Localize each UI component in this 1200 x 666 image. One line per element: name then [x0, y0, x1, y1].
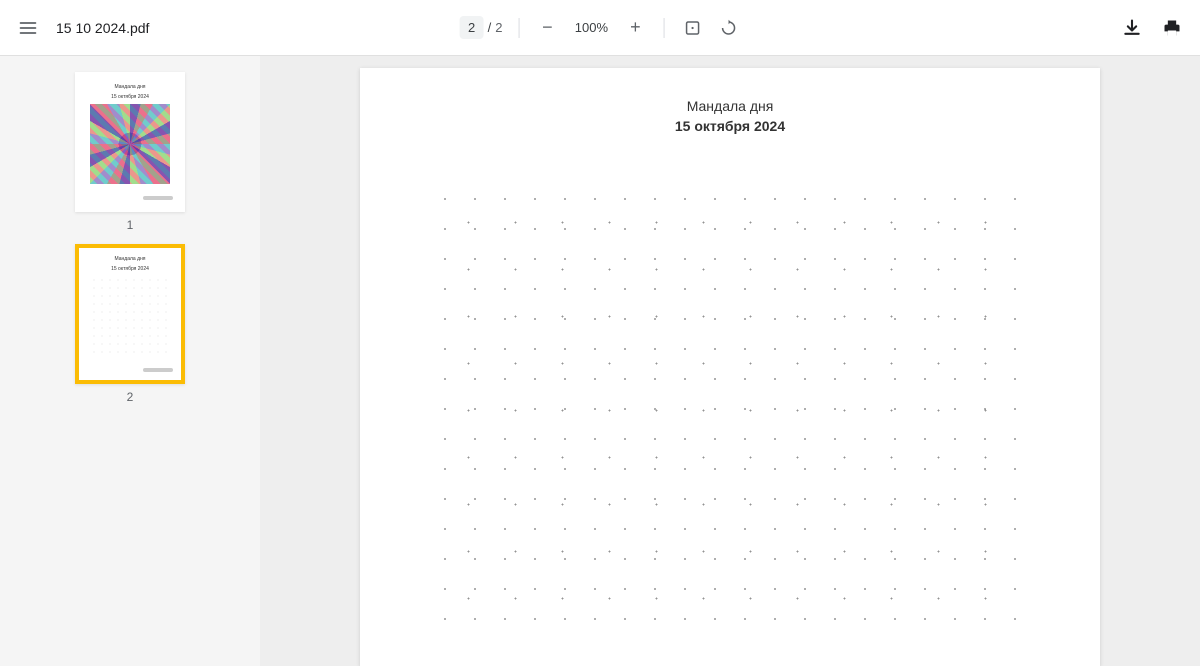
- thumb-footer: [143, 196, 173, 200]
- thumbnail-sidebar: Мандала дня 15 октября 2024 1 Мандала дн…: [0, 56, 260, 666]
- thumbnail-container-2: Мандала дня 15 октября 2024 2: [75, 244, 185, 404]
- toolbar-right: [1120, 16, 1184, 40]
- divider: [663, 18, 664, 38]
- thumbnail-container-1: Мандала дня 15 октября 2024 1: [75, 72, 185, 232]
- page-separator: /: [488, 20, 492, 35]
- divider: [518, 18, 519, 38]
- mandala-preview-icon: [90, 104, 170, 184]
- page-current-input[interactable]: 2: [460, 16, 484, 39]
- content: Мандала дня 15 октября 2024 1 Мандала дн…: [0, 56, 1200, 666]
- thumbnail-page-1[interactable]: Мандала дня 15 октября 2024: [75, 72, 185, 212]
- dots-preview-icon: [90, 276, 170, 356]
- thumb-footer: [143, 368, 173, 372]
- toolbar: 15 10 2024.pdf 2 / 2 − 100% +: [0, 0, 1200, 56]
- main-document-view[interactable]: Мандала дня 15 октября 2024: [260, 56, 1200, 666]
- page-indicator: 2 / 2: [460, 16, 503, 39]
- zoom-value[interactable]: 100%: [571, 20, 611, 35]
- thumbnail-label-1: 1: [127, 218, 134, 232]
- document-page: Мандала дня 15 октября 2024: [360, 68, 1100, 666]
- zoom-controls: − 100% +: [535, 16, 647, 40]
- print-icon[interactable]: [1160, 16, 1184, 40]
- zoom-out-button[interactable]: −: [535, 16, 559, 40]
- page-date: 15 октября 2024: [675, 118, 785, 134]
- thumb-title: Мандала дня: [115, 256, 146, 262]
- thumbnail-page-2[interactable]: Мандала дня 15 октября 2024: [75, 244, 185, 384]
- thumb-date: 15 октября 2024: [111, 94, 149, 100]
- toolbar-left: 15 10 2024.pdf: [16, 16, 149, 40]
- zoom-in-button[interactable]: +: [623, 16, 647, 40]
- toolbar-center: 2 / 2 − 100% +: [460, 16, 741, 40]
- thumb-date: 15 октября 2024: [111, 266, 149, 272]
- thumbnail-label-2: 2: [127, 390, 134, 404]
- file-title: 15 10 2024.pdf: [56, 20, 149, 36]
- page-total: 2: [495, 20, 502, 35]
- page-heading: Мандала дня: [687, 98, 774, 114]
- menu-icon[interactable]: [16, 16, 40, 40]
- thumb-title: Мандала дня: [115, 84, 146, 90]
- rotate-icon[interactable]: [716, 16, 740, 40]
- download-icon[interactable]: [1120, 16, 1144, 40]
- mandala-dot-grid: [430, 184, 1030, 636]
- fit-to-page-icon[interactable]: [680, 16, 704, 40]
